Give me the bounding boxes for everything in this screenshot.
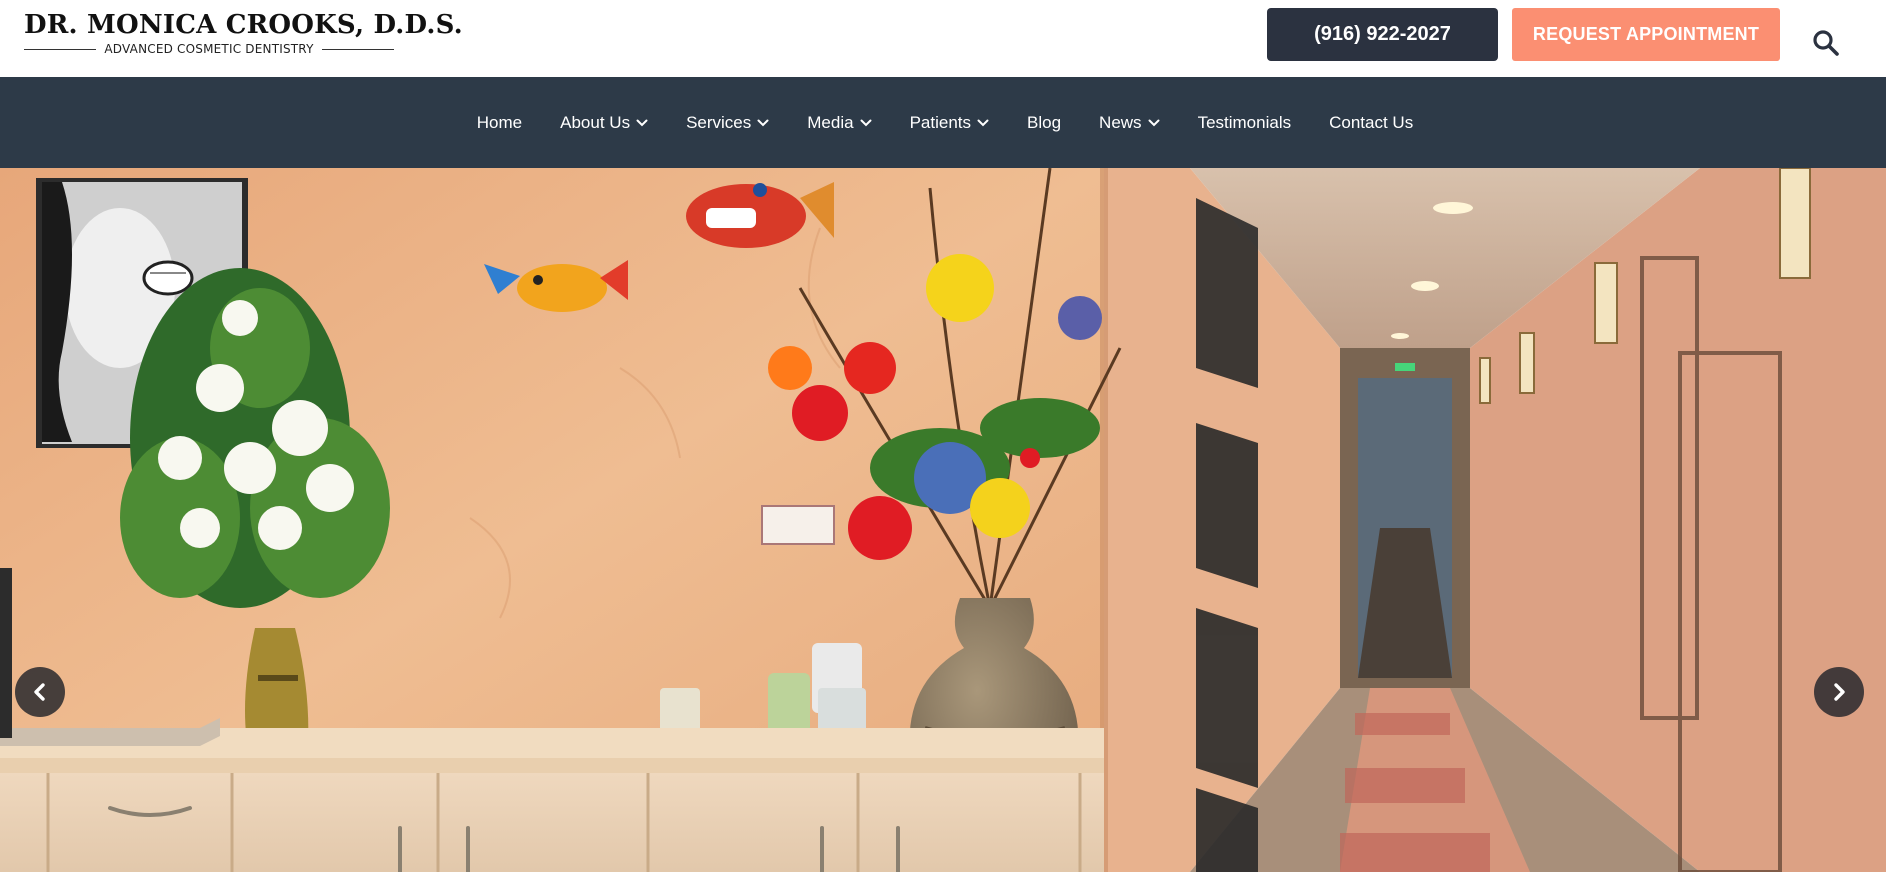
slider-next-button[interactable]	[1814, 667, 1864, 717]
chevron-left-icon	[34, 683, 45, 701]
nav-item-news[interactable]: News	[1099, 113, 1160, 133]
nav-item-blog[interactable]: Blog	[1027, 113, 1061, 133]
nav-item-label: Home	[476, 112, 523, 132]
nav-item-contact-us[interactable]: Contact Us	[1329, 113, 1413, 133]
chevron-down-icon	[636, 119, 648, 126]
site-header: DR. MONICA CROOKS, D.D.S. ADVANCED COSME…	[0, 0, 1886, 77]
nav-item-label: Contact Us	[1329, 112, 1414, 132]
chevron-down-icon	[757, 119, 769, 126]
nav-item-testimonials[interactable]: Testimonials	[1198, 113, 1292, 133]
nav-item-about-us[interactable]: About Us	[560, 113, 648, 133]
divider	[24, 48, 97, 50]
nav-item-label: Services	[686, 112, 752, 132]
nav-item-home[interactable]: Home	[477, 113, 522, 133]
nav-item-label: Testimonials	[1197, 112, 1292, 132]
nav-item-label: Patients	[909, 112, 972, 132]
divider	[321, 48, 394, 50]
request-appointment-button[interactable]: REQUEST APPOINTMENT	[1512, 8, 1780, 61]
chevron-right-icon	[1834, 683, 1845, 701]
nav-item-services[interactable]: Services	[686, 113, 769, 133]
slider-prev-button[interactable]	[15, 667, 65, 717]
logo-tagline: ADVANCED COSMETIC DENTISTRY	[104, 42, 314, 56]
chevron-down-icon	[1148, 119, 1160, 126]
logo-tagline-row: ADVANCED COSMETIC DENTISTRY	[24, 42, 394, 56]
nav-item-label: News	[1099, 112, 1142, 132]
main-nav: Home About Us Services Media Patients Blog New…	[0, 77, 1886, 168]
phone-button[interactable]: (916) 922-2027	[1267, 8, 1498, 61]
chevron-down-icon	[977, 119, 989, 126]
chevron-down-icon	[860, 119, 872, 126]
nav-item-label: Blog	[1027, 112, 1062, 132]
nav-item-label: Media	[807, 112, 854, 132]
nav-item-media[interactable]: Media	[807, 112, 872, 133]
hero-image	[0, 168, 1886, 872]
nav-list: Home About Us Services Media Patients Blog New…	[0, 77, 1886, 168]
logo-name: DR. MONICA CROOKS, D.D.S.	[24, 10, 463, 40]
nav-item-patients[interactable]: Patients	[910, 113, 989, 133]
nav-item-label: About Us	[560, 112, 631, 132]
logo[interactable]: DR. MONICA CROOKS, D.D.S. ADVANCED COSME…	[24, 10, 463, 56]
search-icon[interactable]	[1811, 28, 1841, 58]
hero-slider	[0, 168, 1886, 872]
